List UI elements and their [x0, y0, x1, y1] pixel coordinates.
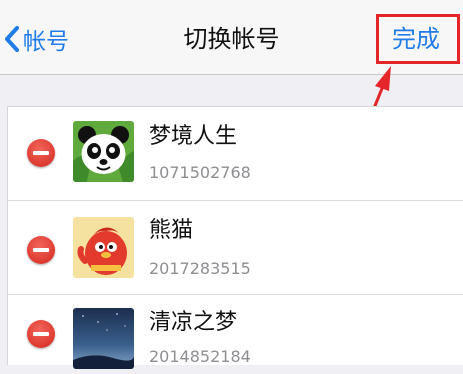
account-name: 梦境人生 [149, 124, 238, 149]
account-name: 熊猫 [149, 218, 194, 243]
account-row[interactable]: 梦境人生 1071502768 [8, 107, 463, 201]
panda-avatar [73, 121, 134, 182]
account-number: 2017283515 [149, 259, 251, 278]
delete-button[interactable] [27, 236, 55, 264]
night-sky-avatar [73, 308, 134, 369]
red-mascot-avatar [73, 217, 134, 278]
account-number: 2014852184 [149, 347, 251, 366]
account-row[interactable]: 熊猫 2017283515 [8, 201, 463, 295]
delete-button[interactable] [27, 320, 55, 348]
account-row[interactable]: 清凉之梦 2014852184 [8, 295, 463, 369]
account-list: 梦境人生 1071502768 熊猫 2017283515 清凉之梦 20148… [7, 106, 463, 369]
account-number: 1071502768 [149, 163, 251, 182]
delete-button[interactable] [27, 139, 55, 167]
account-name: 清凉之梦 [149, 310, 238, 335]
